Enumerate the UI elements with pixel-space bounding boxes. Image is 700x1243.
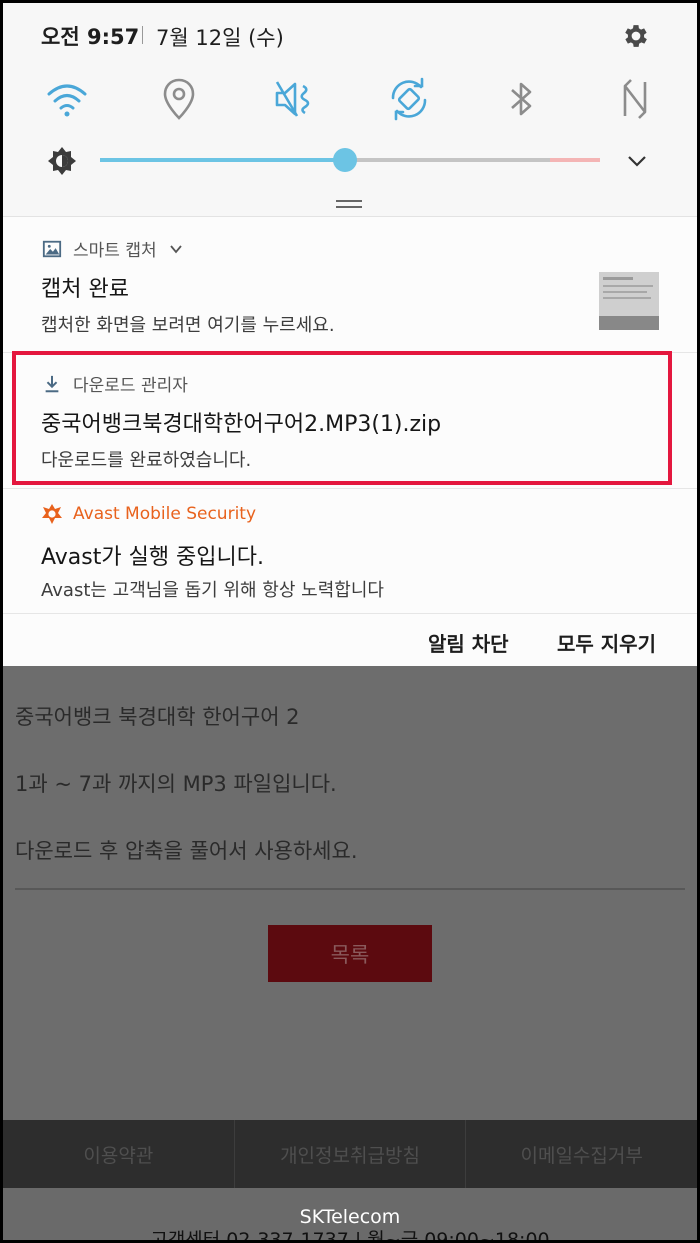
notification-avast[interactable]: Avast Mobile Security Avast가 실행 중입니다. Av… xyxy=(3,488,697,614)
nfc-icon xyxy=(623,79,647,119)
settings-button[interactable] xyxy=(621,21,651,51)
mute-icon xyxy=(275,81,310,117)
image-icon xyxy=(41,238,63,260)
bluetooth-toggle[interactable] xyxy=(497,76,545,122)
brightness-slider-thumb[interactable] xyxy=(333,148,357,172)
status-date: 7월 12일 (수) xyxy=(156,26,284,50)
notification-smart-capture[interactable]: 스마트 캡처 캡처 완료 캡처한 화면을 보려면 여기를 누르세요. xyxy=(3,217,697,352)
page-divider xyxy=(15,888,685,890)
notification-app-row: Avast Mobile Security xyxy=(41,503,256,525)
page-text-line: 다운로드 후 압축을 풀어서 사용하세요. xyxy=(15,839,358,863)
expand-quick-settings-button[interactable] xyxy=(625,149,649,173)
location-icon xyxy=(163,78,195,120)
notification-text: 캡처한 화면을 보려면 여기를 누르세요. xyxy=(41,315,335,336)
footer-link-privacy[interactable]: 개인정보취급방침 xyxy=(235,1120,467,1188)
notification-title: 캡처 완료 xyxy=(41,277,129,302)
clear-all-button[interactable]: 모두 지우기 xyxy=(557,628,656,657)
auto-rotate-toggle[interactable] xyxy=(385,76,433,122)
status-time: 오전 9:57 xyxy=(41,25,140,49)
notification-shade: 오전 9:57 7월 12일 (수) 스마트 캡처 캡처 완료 캡처한 화면을 … xyxy=(3,3,697,666)
footer-link-terms[interactable]: 이용약관 xyxy=(3,1120,235,1188)
chevron-down-icon xyxy=(628,156,646,167)
shade-drag-handle[interactable] xyxy=(336,200,362,208)
wifi-toggle[interactable] xyxy=(43,76,91,122)
brightness-icon xyxy=(47,146,77,176)
brightness-high-zone xyxy=(550,158,600,162)
nfc-toggle[interactable] xyxy=(611,76,659,122)
gear-icon xyxy=(625,25,647,47)
notification-app-row: 스마트 캡처 xyxy=(41,236,183,261)
page-text-line: 중국어뱅크 북경대학 한어구어 2 xyxy=(15,705,300,729)
list-button[interactable]: 목록 xyxy=(268,925,432,982)
carrier-label: SKTelecom xyxy=(299,1206,401,1228)
highlight-box xyxy=(12,351,672,485)
brightness-slider-fill xyxy=(100,158,345,162)
location-toggle[interactable] xyxy=(155,76,203,122)
avast-icon xyxy=(41,503,63,525)
notification-text: Avast는 고객님을 돕기 위해 항상 노력합니다 xyxy=(41,580,384,601)
notification-app-name: 스마트 캡처 xyxy=(73,241,157,261)
device-screen: 중국어뱅크 북경대학 한어구어 2 1과 ~ 7과 까지의 MP3 파일입니다.… xyxy=(3,3,697,1240)
brightness-slider[interactable] xyxy=(100,148,600,172)
footer-link-email-refusal[interactable]: 이메일수집거부 xyxy=(466,1120,697,1188)
auto-rotate-icon xyxy=(391,77,427,121)
chevron-down-icon[interactable] xyxy=(169,242,183,256)
notification-title: Avast가 실행 중입니다. xyxy=(41,545,265,570)
page-text-line: 1과 ~ 7과 까지의 MP3 파일입니다. xyxy=(15,772,337,796)
footer-links: 이용약관 개인정보취급방침 이메일수집거부 xyxy=(3,1120,697,1188)
notification-actions: 알림 차단 모두 지우기 xyxy=(3,613,697,666)
wifi-icon xyxy=(47,84,87,117)
notification-app-name: Avast Mobile Security xyxy=(73,504,257,524)
block-notifications-button[interactable]: 알림 차단 xyxy=(428,628,509,657)
capture-thumbnail[interactable] xyxy=(599,272,659,330)
status-separator xyxy=(142,26,143,44)
sound-toggle[interactable] xyxy=(271,76,319,122)
bluetooth-icon xyxy=(511,82,532,116)
